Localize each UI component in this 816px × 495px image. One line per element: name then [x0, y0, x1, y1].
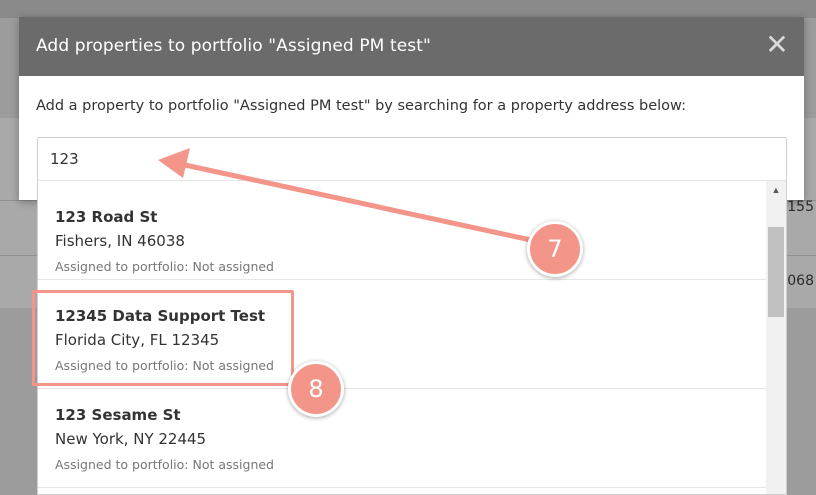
- result-item[interactable]: 123 Road St Fishers, IN 46038 Assigned t…: [38, 181, 766, 280]
- step-badge-7: 7: [527, 221, 583, 277]
- property-search-input[interactable]: [37, 137, 787, 181]
- close-icon[interactable]: ✕: [764, 31, 790, 59]
- result-city: New York, NY 22445: [55, 430, 207, 448]
- step-badge-8: 8: [288, 361, 344, 417]
- background-topbar: [0, 0, 816, 18]
- background-cell: 068: [787, 273, 814, 289]
- background-cell: 155: [787, 199, 814, 215]
- scroll-up-icon[interactable]: ▲: [766, 183, 786, 197]
- results-scrollbar[interactable]: ▲: [766, 181, 786, 494]
- modal-description: Add a property to portfolio "Assigned PM…: [36, 98, 686, 114]
- result-assigned: Assigned to portfolio: Not assigned: [55, 457, 274, 472]
- result-item[interactable]: 123 Sesame St New York, NY 22445 Assigne…: [38, 389, 766, 488]
- modal-header: Add properties to portfolio "Assigned PM…: [19, 17, 804, 76]
- result-assigned: Assigned to portfolio: Not assigned: [55, 259, 274, 274]
- highlight-box: [32, 290, 294, 386]
- scroll-thumb[interactable]: [768, 227, 784, 317]
- result-name: 123 Road St: [55, 208, 158, 226]
- result-city: Fishers, IN 46038: [55, 232, 185, 250]
- modal-title: Add properties to portfolio "Assigned PM…: [36, 36, 431, 56]
- result-name: 123 Sesame St: [55, 406, 181, 424]
